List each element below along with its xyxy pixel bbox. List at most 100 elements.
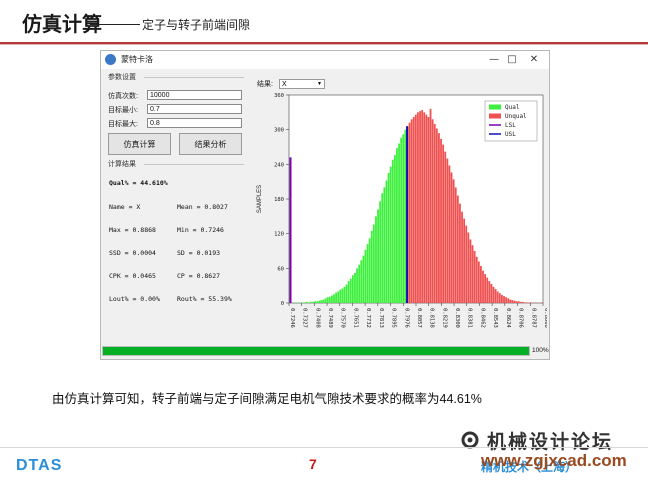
histogram-bar: [322, 299, 325, 303]
y-tick-label: 120: [274, 232, 284, 238]
slide-subtitle: 定子与转子前端间隙: [142, 18, 251, 32]
histogram-bar: [423, 112, 426, 303]
histogram-bar: [480, 266, 482, 303]
histogram-bar: [358, 264, 361, 303]
histogram-bar: [461, 211, 463, 303]
close-icon[interactable]: ✕: [525, 52, 543, 67]
histogram-bar: [419, 111, 421, 304]
histogram-bar: [494, 289, 497, 303]
minimize-icon[interactable]: —: [485, 52, 503, 67]
chevron-down-icon: ▼: [317, 81, 322, 87]
x-tick-label: 0.8706: [518, 308, 524, 328]
progress-label: 100%: [532, 347, 549, 354]
x-tick-label: 0.8219: [441, 308, 447, 328]
histogram-bar: [475, 256, 478, 303]
histogram-bar: [505, 297, 508, 303]
histogram-bar: [540, 302, 543, 303]
histogram-bar: [522, 301, 524, 303]
app-icon: [105, 54, 116, 65]
histogram-bar: [349, 278, 352, 303]
legend-label: LSL: [505, 122, 516, 129]
window-titlebar[interactable]: 蒙特卡洛 — □ ✕: [101, 51, 549, 69]
histogram-bar: [398, 143, 400, 303]
histogram-bar: [314, 301, 316, 303]
histogram-bar: [339, 289, 342, 303]
field-label-target-max: 目标最大:: [108, 121, 138, 128]
histogram-bar: [446, 158, 449, 303]
histogram-bar: [484, 274, 487, 303]
histogram-bar: [507, 298, 510, 303]
y-tick-label: 0: [281, 301, 284, 307]
histogram-bar: [473, 251, 476, 303]
histogram-bar: [402, 134, 405, 303]
histogram-bar: [496, 291, 499, 303]
y-axis-label: SAMPLES: [257, 185, 263, 213]
histogram-bar: [429, 108, 432, 304]
x-tick-label: 0.7895: [391, 308, 397, 328]
histogram-bar: [528, 302, 531, 303]
progress-bar: [102, 346, 530, 356]
histogram-bar: [379, 201, 382, 303]
target-max-input[interactable]: 0.8: [147, 118, 242, 128]
target-min-input[interactable]: 0.7: [147, 104, 242, 114]
stat-name: Name = X: [109, 203, 141, 211]
x-tick-label: 0.7570: [340, 308, 346, 328]
y-tick-label: 360: [274, 93, 284, 99]
histogram-bar: [534, 302, 537, 303]
histogram-bar: [305, 301, 308, 303]
maximize-icon[interactable]: □: [503, 52, 521, 67]
subtitle-dash: [90, 24, 140, 25]
histogram-bar: [444, 151, 447, 303]
histogram-bar: [442, 144, 445, 303]
histogram-bar: [482, 270, 484, 303]
x-tick-label: 0.7327: [302, 308, 308, 328]
histogram-bar: [389, 166, 392, 303]
stat-sd: SD = 0.0193: [177, 249, 221, 257]
histogram-bar: [391, 159, 394, 303]
histogram-bar: [303, 302, 306, 303]
histogram-bar: [295, 302, 298, 303]
histogram-bar: [414, 114, 417, 303]
histogram-bar: [467, 232, 470, 303]
histogram-bar: [440, 138, 442, 303]
histogram-bar: [412, 116, 415, 304]
histogram-bar: [351, 275, 354, 303]
iterations-input[interactable]: 10000: [147, 90, 242, 100]
results-group-line: [144, 164, 244, 165]
histogram-bar: [326, 297, 329, 303]
histogram-bar: [530, 302, 533, 303]
watermark-url: www.zgjxcad.com: [481, 451, 627, 470]
histogram-bar: [431, 119, 434, 303]
analyze-button[interactable]: 结果分析: [179, 133, 242, 155]
y-tick-label: 60: [277, 266, 284, 272]
result-selector-label: 结果:: [257, 81, 273, 88]
footer-logo: DTAS: [16, 457, 63, 474]
stat-lout: Lout% = 0.00%: [109, 295, 160, 303]
y-tick-label: 240: [274, 162, 284, 168]
stat-cp: CP = 0.8627: [177, 272, 221, 280]
histogram-bar: [448, 165, 451, 303]
stat-rout: Rout% = 55.39%: [177, 295, 232, 303]
histogram-bar: [362, 255, 365, 303]
histogram-bar: [435, 128, 438, 303]
histogram-bar: [450, 172, 453, 303]
stat-mean: Mean = 0.8027: [177, 203, 228, 211]
x-tick-label: 0.7976: [403, 308, 409, 328]
histogram-bar: [393, 155, 396, 303]
histogram-bar: [330, 295, 333, 303]
histogram-bar: [385, 180, 388, 303]
histogram-bar: [486, 277, 489, 303]
x-tick-label: 0.8381: [467, 308, 473, 328]
results-group-label: 计算结果: [108, 161, 136, 168]
histogram-bar: [366, 244, 369, 303]
result-selector[interactable]: X ▼: [279, 79, 325, 89]
histogram-bar: [469, 239, 472, 303]
footer-rule: [0, 447, 648, 448]
x-tick-label: 0.8057: [416, 308, 422, 328]
histogram-bar: [471, 245, 474, 303]
histogram-bar: [309, 301, 312, 303]
histogram-bar: [307, 302, 310, 303]
histogram-bar: [370, 230, 373, 303]
histogram-bar: [503, 296, 505, 303]
simulate-button[interactable]: 仿真计算: [108, 133, 171, 155]
